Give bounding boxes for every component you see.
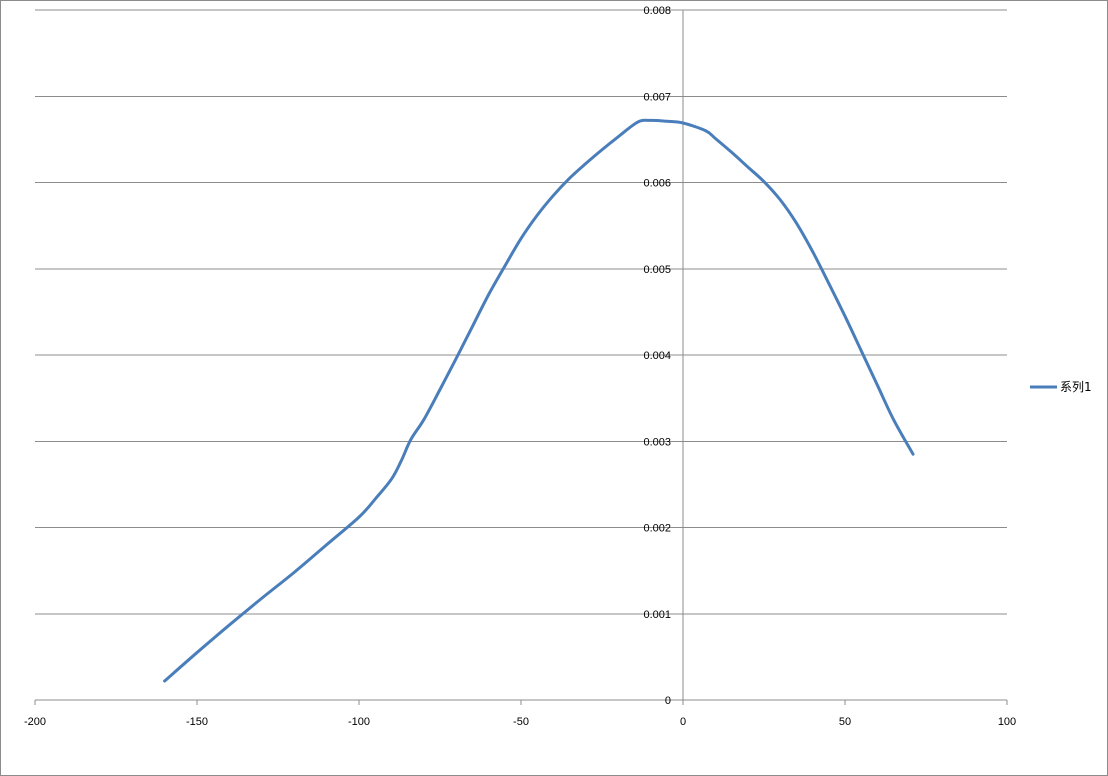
y-tick-label: 0.007 xyxy=(643,91,671,103)
y-tick-label: 0 xyxy=(665,695,671,707)
legend: 系列1 xyxy=(1030,380,1092,394)
y-tick-label: 0.005 xyxy=(643,264,671,276)
y-axis-ticks: 0 0.001 0.002 0.003 0.004 0.005 0.006 0.007 0.00… xyxy=(643,5,683,707)
y-tick-label: 0.001 xyxy=(643,609,671,621)
legend-label: 系列1 xyxy=(1060,380,1092,394)
x-tick-label: -100 xyxy=(348,716,370,728)
x-tick-label: 100 xyxy=(998,716,1016,728)
x-tick-label: 50 xyxy=(839,716,851,728)
x-tick-label: -50 xyxy=(513,716,529,728)
x-tick-label: -150 xyxy=(186,716,208,728)
x-axis-ticks: -200 -150 -100 -50 0 50 100 xyxy=(24,700,1016,728)
y-tick-label: 0.003 xyxy=(643,436,671,448)
y-tick-label: 0.002 xyxy=(643,523,671,535)
x-tick-label: 0 xyxy=(680,716,686,728)
x-tick-label: -200 xyxy=(24,716,46,728)
gridlines xyxy=(35,9,1007,615)
y-tick-label: 0.006 xyxy=(643,178,671,190)
series-group xyxy=(163,118,915,683)
series-line xyxy=(163,118,915,683)
y-tick-label: 0.004 xyxy=(643,350,671,362)
line-chart: -200 -150 -100 -50 0 50 100 0 0.001 0.002 0.003 0.… xyxy=(24,5,1092,728)
y-tick-label: 0.008 xyxy=(643,5,671,17)
